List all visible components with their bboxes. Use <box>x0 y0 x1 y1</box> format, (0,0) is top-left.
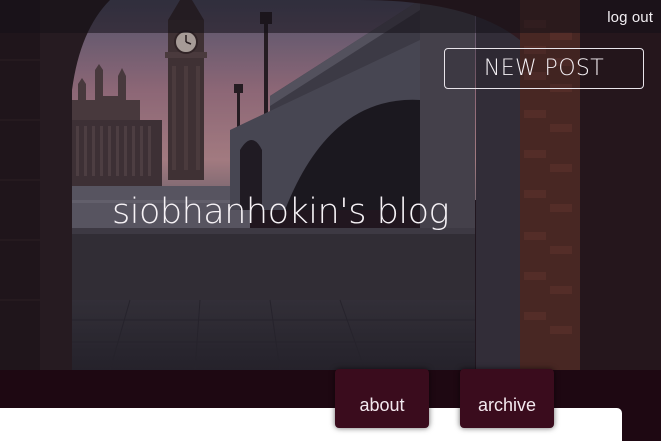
tab-archive-label: archive <box>477 395 537 415</box>
tab-about[interactable]: about <box>335 369 429 428</box>
top-bar: log out <box>0 0 661 33</box>
logout-link[interactable]: log out <box>607 9 653 26</box>
blog-title: siobhanhokin's blog <box>112 192 450 232</box>
tab-archive[interactable]: archive <box>460 369 554 428</box>
tab-about-label: about <box>359 395 405 415</box>
new-post-button[interactable]: NEW POST <box>444 48 644 89</box>
